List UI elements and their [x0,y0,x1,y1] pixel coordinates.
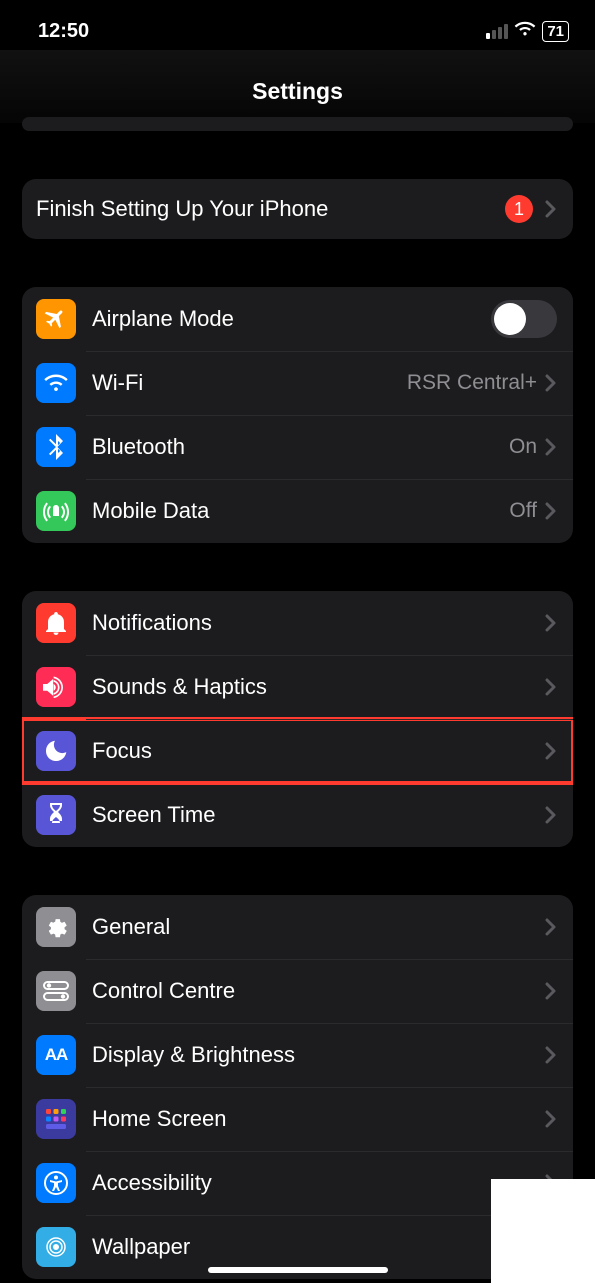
mobile-data-row[interactable]: Mobile Data Off [22,479,573,543]
control-centre-icon [36,971,76,1011]
screen-time-label: Screen Time [92,802,545,828]
home-screen-icon [36,1099,76,1139]
home-screen-row[interactable]: Home Screen [22,1087,573,1151]
focus-row[interactable]: Focus [22,719,573,783]
attention-group: Notifications Sounds & Haptics Focus Scr… [22,591,573,847]
notifications-icon [36,603,76,643]
airplane-label: Airplane Mode [92,306,491,332]
wallpaper-icon [36,1227,76,1267]
chevron-right-icon [545,502,557,520]
mobile-data-label: Mobile Data [92,498,509,524]
screen-time-row[interactable]: Screen Time [22,783,573,847]
status-indicators: 71 [486,20,569,43]
chevron-right-icon [545,200,557,218]
airplane-mode-row[interactable]: Airplane Mode [22,287,573,351]
sounds-label: Sounds & Haptics [92,674,545,700]
wifi-label: Wi-Fi [92,370,407,396]
wifi-row[interactable]: Wi-Fi RSR Central+ [22,351,573,415]
display-label: Display & Brightness [92,1042,545,1068]
home-indicator[interactable] [208,1267,388,1273]
accessibility-label: Accessibility [92,1170,545,1196]
status-bar: 12:50 71 [0,0,595,50]
finish-setup-group: Finish Setting Up Your iPhone 1 [22,179,573,239]
chevron-right-icon [545,374,557,392]
airplane-icon [36,299,76,339]
home-screen-label: Home Screen [92,1106,545,1132]
connectivity-group: Airplane Mode Wi-Fi RSR Central+ Bluetoo… [22,287,573,543]
control-centre-row[interactable]: Control Centre [22,959,573,1023]
notification-badge: 1 [505,195,533,223]
status-time: 12:50 [38,20,89,43]
page-title: Settings [0,50,595,123]
sounds-row[interactable]: Sounds & Haptics [22,655,573,719]
chevron-right-icon [545,614,557,632]
chevron-right-icon [545,438,557,456]
focus-icon [36,731,76,771]
bluetooth-row[interactable]: Bluetooth On [22,415,573,479]
bluetooth-icon [36,427,76,467]
mobile-data-value: Off [509,499,537,523]
screen-time-icon [36,795,76,835]
finish-setup-label: Finish Setting Up Your iPhone [36,196,505,222]
overlay-box [491,1179,595,1283]
focus-label: Focus [92,738,545,764]
wifi-value: RSR Central+ [407,371,537,395]
chevron-right-icon [545,1046,557,1064]
notifications-label: Notifications [92,610,545,636]
bluetooth-value: On [509,435,537,459]
bluetooth-label: Bluetooth [92,434,509,460]
wallpaper-label: Wallpaper [92,1234,545,1260]
battery-indicator: 71 [542,21,569,42]
airplane-toggle[interactable] [491,300,557,338]
control-centre-label: Control Centre [92,978,545,1004]
general-label: General [92,914,545,940]
accessibility-icon [36,1163,76,1203]
display-row[interactable]: AA Display & Brightness [22,1023,573,1087]
chevron-right-icon [545,982,557,1000]
wifi-settings-icon [36,363,76,403]
notifications-row[interactable]: Notifications [22,591,573,655]
display-icon: AA [36,1035,76,1075]
sounds-icon [36,667,76,707]
chevron-right-icon [545,742,557,760]
chevron-right-icon [545,806,557,824]
wifi-icon [514,20,536,43]
profile-card-peek[interactable] [22,117,573,131]
cellular-signal-icon [486,24,508,39]
chevron-right-icon [545,918,557,936]
chevron-right-icon [545,678,557,696]
chevron-right-icon [545,1110,557,1128]
finish-setup-row[interactable]: Finish Setting Up Your iPhone 1 [22,179,573,239]
cellular-icon [36,491,76,531]
general-row[interactable]: General [22,895,573,959]
gear-icon [36,907,76,947]
